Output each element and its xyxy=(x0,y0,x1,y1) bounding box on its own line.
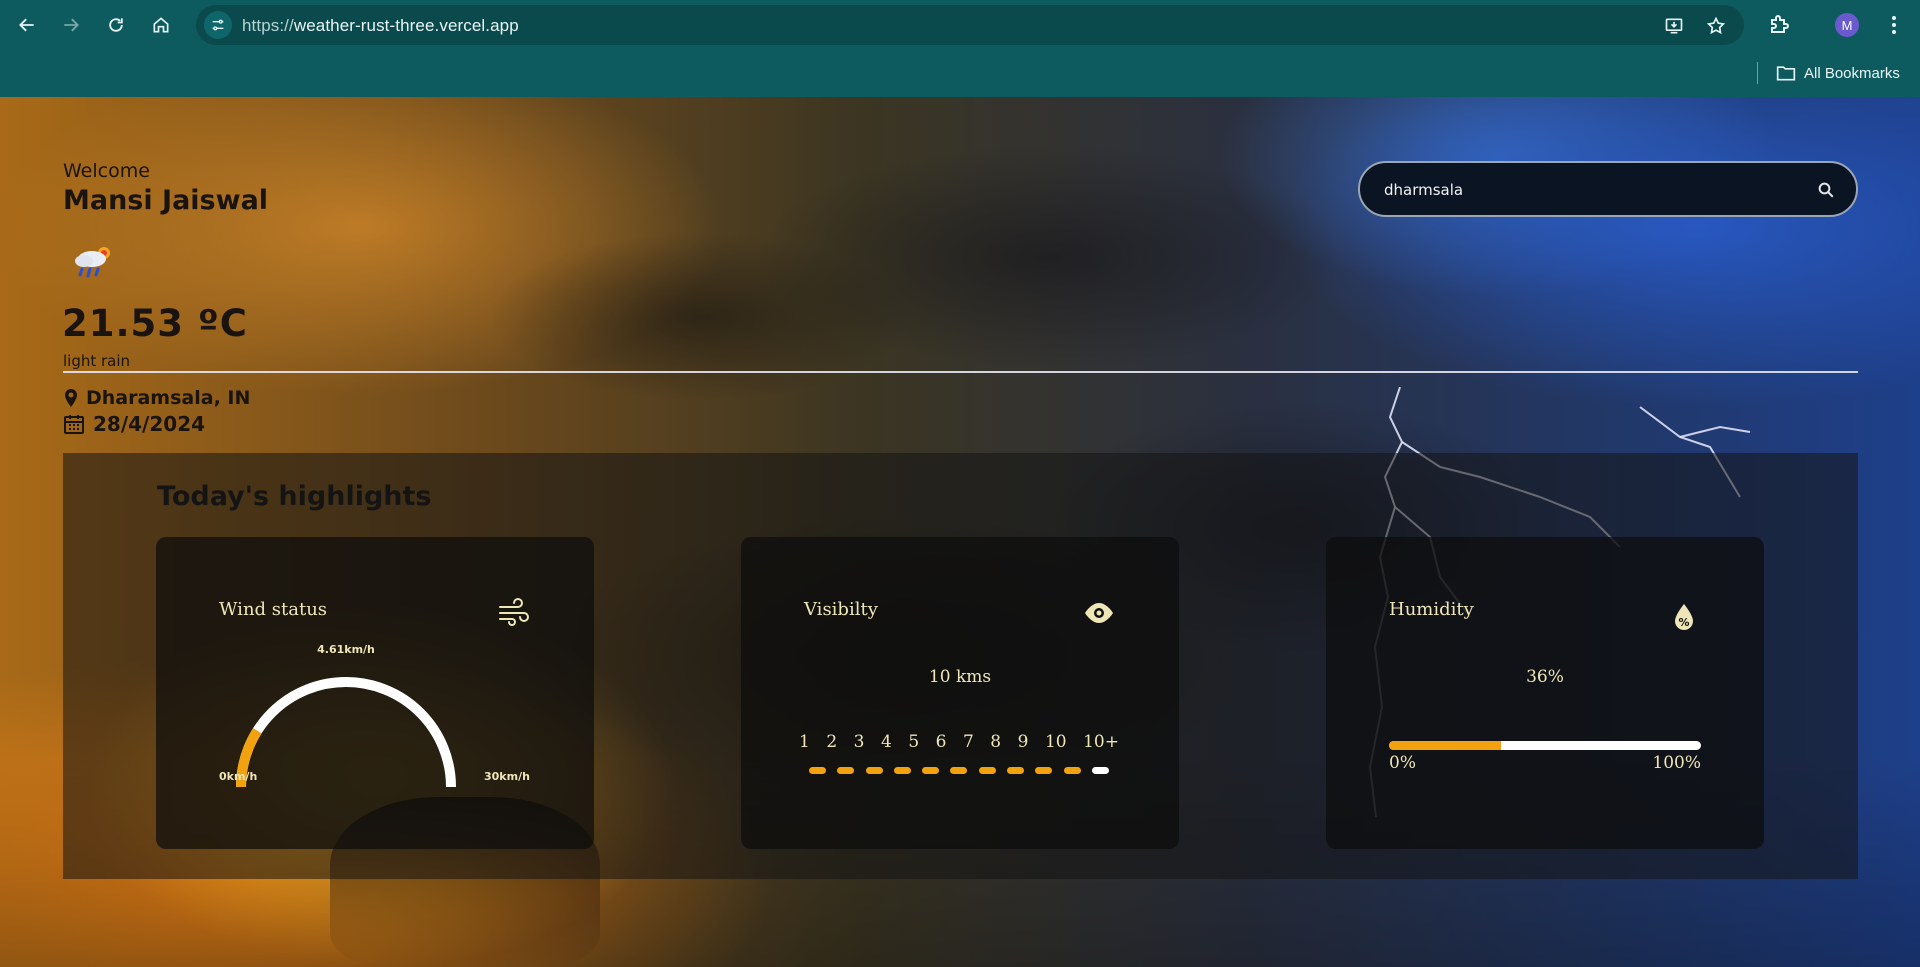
wind-max-label: 30km/h xyxy=(484,770,530,783)
wind-status-card: Wind status 4.61km/h 0km/h 30km/h xyxy=(156,537,594,849)
header-divider xyxy=(63,371,1858,373)
address-bar[interactable]: https://weather-rust-three.vercel.app xyxy=(196,5,1744,45)
wind-speed-label: 4.61km/h xyxy=(317,643,375,656)
user-name: Mansi Jaiswal xyxy=(63,185,269,216)
install-app-button[interactable] xyxy=(1662,14,1686,38)
visibility-scale: 1 2 3 4 5 6 7 8 9 10 10+ xyxy=(799,732,1119,752)
humidity-bar-fill xyxy=(1389,741,1502,750)
home-button[interactable] xyxy=(145,9,177,41)
wind-gauge-track xyxy=(236,677,456,788)
extensions-button[interactable] xyxy=(1768,12,1794,38)
tune-icon xyxy=(212,19,224,31)
folder-icon xyxy=(1776,66,1796,81)
humidity-card: Humidity % 36% 0% 100% xyxy=(1326,537,1764,849)
url-scheme: https:// xyxy=(242,16,294,35)
svg-text:%: % xyxy=(1678,616,1689,629)
date-row: 28/4/2024 xyxy=(63,412,205,436)
visibility-scale-label: 6 xyxy=(935,732,947,752)
visibility-segment xyxy=(893,767,911,774)
eye-icon xyxy=(1083,597,1115,629)
welcome-text: Welcome xyxy=(63,160,150,182)
highlights-title: Today's highlights xyxy=(157,481,432,512)
star-icon xyxy=(1706,16,1726,35)
arrow-left-icon xyxy=(19,18,34,32)
kebab-menu-icon xyxy=(1892,16,1896,34)
search-icon xyxy=(1818,182,1834,198)
rain-cloud-icon xyxy=(75,247,110,278)
search-button[interactable] xyxy=(1814,178,1838,202)
bookmarks-bar: All Bookmarks xyxy=(0,50,1920,97)
humidity-min-label: 0% xyxy=(1389,753,1416,773)
weather-page: Welcome Mansi Jaiswal 21.53 ºC light rai… xyxy=(0,97,1920,967)
browser-chrome: https://weather-rust-three.vercel.app M … xyxy=(0,0,1920,97)
visibility-scale-label: 2 xyxy=(826,732,838,752)
bookmarks-separator xyxy=(1757,62,1758,84)
all-bookmarks-label: All Bookmarks xyxy=(1804,64,1900,82)
visibility-segment xyxy=(1063,767,1081,774)
humidity-max-label: 100% xyxy=(1652,753,1701,773)
reload-button[interactable] xyxy=(100,9,132,41)
location-text: Dharamsala, IN xyxy=(86,387,251,409)
visibility-scale-label: 8 xyxy=(990,732,1002,752)
visibility-segments xyxy=(809,767,1109,775)
reload-icon xyxy=(109,18,123,32)
weather-description: light rain xyxy=(63,352,131,370)
city-search-box xyxy=(1358,161,1858,217)
visibility-segment xyxy=(809,767,826,774)
visibility-segment xyxy=(837,767,855,774)
bookmark-star-button[interactable] xyxy=(1704,14,1728,38)
site-info-button[interactable] xyxy=(204,11,232,39)
location-row: Dharamsala, IN xyxy=(64,387,250,409)
visibility-scale-label: 5 xyxy=(908,732,920,752)
visibility-title: Visibilty xyxy=(804,599,878,620)
date-text: 28/4/2024 xyxy=(93,412,206,436)
forward-button[interactable] xyxy=(55,9,87,41)
city-search-input[interactable] xyxy=(1384,177,1784,203)
humidity-title: Humidity xyxy=(1389,599,1474,620)
location-pin-icon xyxy=(65,389,77,407)
wind-icon xyxy=(498,597,530,629)
profile-avatar[interactable]: M xyxy=(1835,13,1859,37)
visibility-card: Visibilty 10 kms 1 2 3 4 5 6 7 8 9 10 10+ xyxy=(741,537,1179,849)
visibility-segment xyxy=(1035,767,1053,774)
visibility-scale-label: 10 xyxy=(1044,732,1067,752)
all-bookmarks-button[interactable]: All Bookmarks xyxy=(1776,61,1900,85)
visibility-scale-label: 9 xyxy=(1017,732,1029,752)
browser-menu-button[interactable] xyxy=(1884,12,1904,38)
visibility-value: 10 kms xyxy=(928,667,992,687)
visibility-segment xyxy=(922,767,940,774)
visibility-scale-label: 4 xyxy=(880,732,892,752)
humidity-drop-icon: % xyxy=(1668,601,1700,633)
humidity-bar xyxy=(1389,741,1701,750)
visibility-segment xyxy=(1091,767,1109,774)
url-host: weather-rust-three.vercel.app xyxy=(293,16,519,35)
visibility-segment xyxy=(865,767,883,774)
wind-status-title: Wind status xyxy=(219,599,328,620)
visibility-segment xyxy=(950,767,968,774)
home-icon xyxy=(153,17,169,33)
url-text: https://weather-rust-three.vercel.app xyxy=(242,16,519,36)
highlights-panel: Today's highlights Wind status 4.61km/h … xyxy=(63,453,1858,879)
puzzle-icon xyxy=(1771,15,1789,33)
visibility-scale-label: 3 xyxy=(853,732,865,752)
visibility-scale-label: 10+ xyxy=(1083,732,1119,752)
visibility-segment xyxy=(978,767,996,774)
visibility-segment xyxy=(1007,767,1025,774)
visibility-scale-label: 7 xyxy=(962,732,974,752)
temperature-value: 21.53 ºC xyxy=(62,302,248,345)
calendar-icon xyxy=(64,415,84,434)
install-icon xyxy=(1665,18,1683,34)
wind-min-label: 0km/h xyxy=(219,770,258,783)
browser-toolbar: https://weather-rust-three.vercel.app M xyxy=(0,0,1920,50)
humidity-value: 36% xyxy=(1526,667,1564,687)
back-button[interactable] xyxy=(11,9,43,41)
visibility-scale-label: 1 xyxy=(799,732,810,752)
arrow-right-icon xyxy=(64,18,79,32)
